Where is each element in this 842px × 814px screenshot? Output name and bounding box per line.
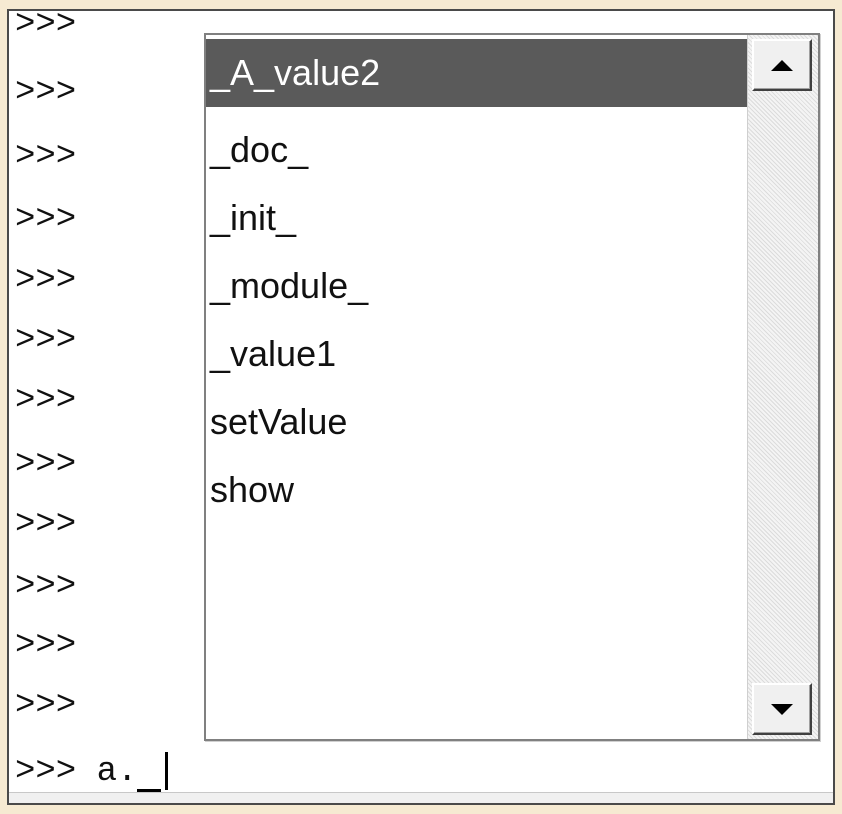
triangle-down-icon [771,703,793,715]
autocomplete-item[interactable]: setValue [206,388,748,456]
autocomplete-item[interactable]: _doc_ [206,116,748,184]
command-input-line[interactable]: >>> a. [15,752,169,792]
shell-prompt: >>> [15,201,77,239]
shell-prompt: >>> [15,506,77,544]
shell-prompt: >>> [15,568,77,606]
shell-prompt: >>> [15,382,77,420]
autocomplete-list[interactable]: _A_value2 _doc_ _init_ _module_ _value1 … [206,35,748,739]
python-shell-window[interactable]: >>> >>> >>> >>> >>> >>> >>> >>> >>> >>> … [7,9,835,805]
triangle-up-icon [771,59,793,71]
autocomplete-item[interactable]: show [206,456,748,524]
text-cursor [165,752,169,790]
shell-prompt: >>> [15,9,77,44]
shell-prompt: >>> [15,627,77,665]
shell-prompt: >>> [15,262,77,300]
shell-prompt: >>> [15,322,77,360]
shell-prompt: >>> [15,446,77,484]
autocomplete-popup[interactable]: _A_value2 _doc_ _init_ _module_ _value1 … [204,33,820,741]
shell-prompt: >>> [15,138,77,176]
autocomplete-item[interactable]: _init_ [206,184,748,252]
autocomplete-item[interactable]: _module_ [206,252,748,320]
scroll-up-button[interactable] [752,39,812,91]
shell-prompt: >>> [15,687,77,725]
current-input-text[interactable]: a. [97,752,138,792]
autocomplete-item-selected[interactable]: _A_value2 [206,39,748,107]
scroll-down-button[interactable] [752,683,812,735]
autocomplete-scrollbar[interactable] [747,35,818,739]
horizontal-scroll-strip [9,792,833,803]
current-prompt: >>> [15,753,77,791]
autocomplete-item[interactable]: _value1 [206,320,748,388]
shell-prompt: >>> [15,74,77,112]
